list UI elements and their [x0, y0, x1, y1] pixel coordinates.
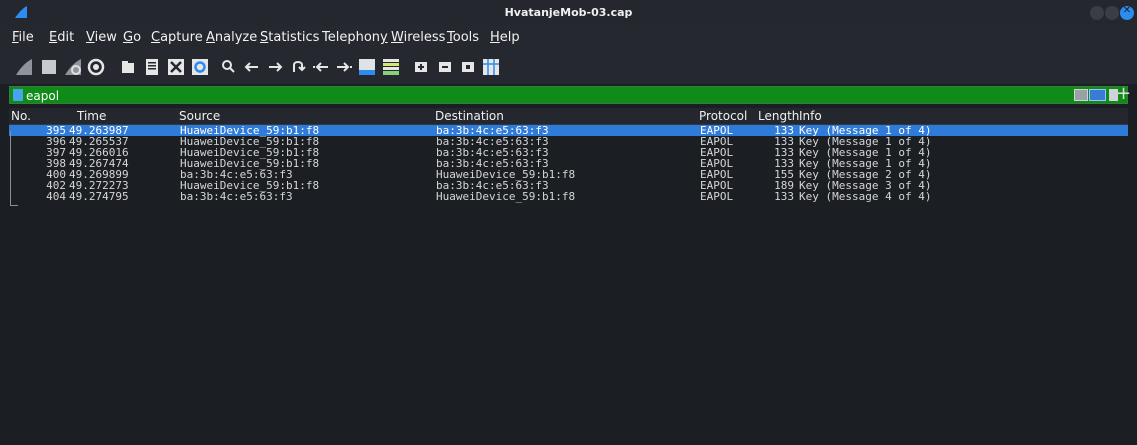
- menu-wireless[interactable]: Wireless: [391, 30, 445, 45]
- clear-filter-icon[interactable]: [1074, 89, 1088, 101]
- main-toolbar: [0, 50, 1137, 84]
- restart-capture-icon[interactable]: [63, 57, 83, 77]
- packet-row[interactable]: 400 49.269899 ba:3b:4c:e5:63:f3 HuaweiDe…: [9, 169, 1128, 180]
- column-header-length[interactable]: Length: [758, 109, 799, 123]
- open-file-icon[interactable]: [118, 57, 138, 77]
- packet-row[interactable]: 396 49.265537 HuaweiDevice_59:b1:f8 ba:3…: [9, 136, 1128, 147]
- window-title: HvatanjeMob-03.cap: [504, 6, 633, 19]
- packet-info: Key (Message 4 of 4): [799, 190, 932, 203]
- auto-scroll-icon[interactable]: [357, 57, 377, 77]
- packet-row[interactable]: 404 49.274795 ba:3b:4c:e5:63:f3 HuaweiDe…: [9, 191, 1128, 202]
- capture-options-icon[interactable]: [86, 57, 106, 77]
- display-filter-bar: [9, 86, 1128, 104]
- close-icon: ✕: [1122, 5, 1132, 16]
- conversation-bracket: [10, 131, 11, 205]
- menu-bar: File Edit View Go Capture Analyze Statis…: [0, 26, 1137, 50]
- menu-go[interactable]: Go: [123, 30, 141, 45]
- apply-filter-icon[interactable]: [1089, 89, 1106, 101]
- packet-length: 133: [774, 190, 794, 203]
- packet-list-header: No. Time Source Destination Protocol Len…: [9, 108, 1128, 125]
- column-header-no[interactable]: No.: [11, 109, 31, 123]
- zoom-in-icon[interactable]: [411, 57, 431, 77]
- packet-time: 49.274795: [69, 190, 129, 203]
- normal-size-icon[interactable]: [458, 57, 478, 77]
- menu-edit[interactable]: Edit: [49, 30, 74, 45]
- packet-destination: HuaweiDevice_59:b1:f8: [436, 190, 576, 203]
- add-filter-button[interactable]: +: [1116, 83, 1131, 104]
- colorize-icon[interactable]: [381, 57, 401, 77]
- go-to-packet-icon[interactable]: [288, 57, 308, 77]
- menu-file[interactable]: File: [12, 30, 34, 45]
- menu-statistics[interactable]: Statistics: [260, 30, 319, 45]
- packet-list-gutter: [1128, 104, 1137, 445]
- column-header-source[interactable]: Source: [179, 109, 220, 123]
- column-header-time[interactable]: Time: [77, 109, 106, 123]
- menu-analyze[interactable]: Analyze: [206, 30, 257, 45]
- go-first-icon[interactable]: [311, 57, 331, 77]
- packet-protocol: EAPOL: [700, 190, 734, 203]
- go-back-icon[interactable]: [242, 57, 262, 77]
- zoom-out-icon[interactable]: [435, 57, 455, 77]
- reload-file-icon[interactable]: [190, 57, 210, 77]
- stop-capture-icon[interactable]: [39, 57, 59, 77]
- menu-tools[interactable]: Tools: [447, 30, 479, 45]
- column-header-destination[interactable]: Destination: [435, 109, 504, 123]
- packet-list: 395 49.263987 HuaweiDevice_59:b1:f8 ba:3…: [9, 125, 1128, 437]
- close-button[interactable]: ✕: [1120, 5, 1134, 20]
- menu-telephony[interactable]: Telephony: [322, 30, 388, 45]
- go-last-icon[interactable]: [334, 57, 354, 77]
- menu-view[interactable]: View: [86, 30, 117, 45]
- packet-number: 404: [46, 190, 66, 203]
- maximize-button[interactable]: [1105, 6, 1119, 20]
- resize-columns-icon[interactable]: [481, 57, 501, 77]
- save-file-icon[interactable]: [142, 57, 162, 77]
- menu-help[interactable]: Help: [490, 30, 520, 45]
- column-header-info[interactable]: Info: [799, 109, 822, 123]
- display-filter-input[interactable]: [26, 88, 1066, 103]
- packet-row[interactable]: 395 49.263987 HuaweiDevice_59:b1:f8 ba:3…: [9, 125, 1128, 136]
- packet-row[interactable]: 397 49.266016 HuaweiDevice_59:b1:f8 ba:3…: [9, 147, 1128, 158]
- column-header-protocol[interactable]: Protocol: [699, 109, 747, 123]
- packet-source: ba:3b:4c:e5:63:f3: [180, 190, 293, 203]
- minimize-button[interactable]: [1090, 6, 1104, 20]
- menu-capture[interactable]: Capture: [151, 30, 203, 45]
- title-bar: HvatanjeMob-03.cap ✕: [0, 0, 1137, 26]
- go-forward-icon[interactable]: [265, 57, 285, 77]
- find-packet-icon[interactable]: [219, 57, 239, 77]
- close-file-icon[interactable]: [166, 57, 186, 77]
- start-capture-icon[interactable]: [14, 57, 34, 77]
- conversation-bracket-end: [10, 205, 18, 206]
- filter-bookmark-icon[interactable]: [13, 89, 23, 101]
